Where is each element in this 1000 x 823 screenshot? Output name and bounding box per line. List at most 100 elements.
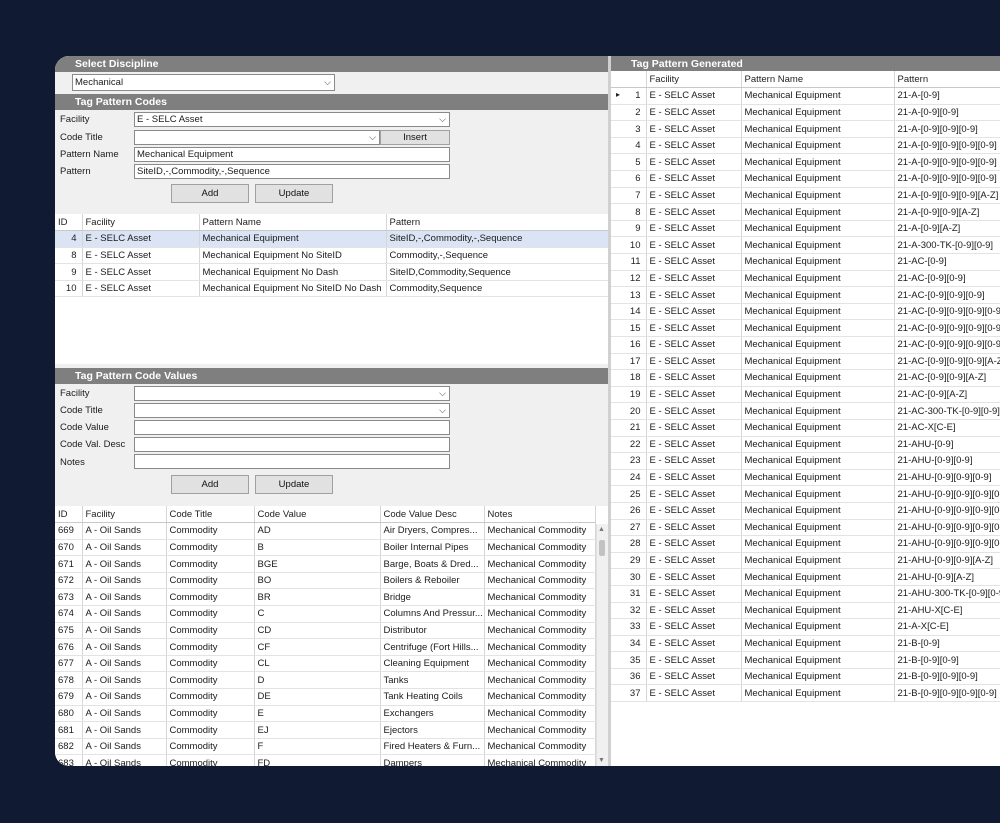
table-row[interactable]: 29 E - SELC Asset Mechanical Equipment 21-A… — [611, 552, 1000, 570]
row-number-label: 34 — [629, 637, 641, 649]
code-title-select[interactable]: ⌵ — [134, 130, 380, 145]
table-row[interactable]: 14 E - SELC Asset Mechanical Equipment 21-A… — [611, 303, 1000, 321]
cv-code-val-desc-field[interactable] — [134, 437, 450, 452]
table-row[interactable]: 24 E - SELC Asset Mechanical Equipment 21-A… — [611, 469, 1000, 487]
table-row[interactable]: 34 E - SELC Asset Mechanical Equipment 21-B… — [611, 635, 1000, 653]
facility-select[interactable]: E - SELC Asset ⌵ — [134, 112, 450, 127]
table-row[interactable]: 28 E - SELC Asset Mechanical Equipment 21-A… — [611, 535, 1000, 553]
column-header[interactable]: Facility — [646, 71, 742, 89]
table-row[interactable]: 675 A - Oil Sands Commodity CD Distributor Me… — [55, 622, 596, 640]
column-header[interactable]: Pattern — [386, 214, 608, 232]
table-row[interactable]: 677 A - Oil Sands Commodity CL Cleaning Equi… — [55, 655, 596, 673]
column-header[interactable]: Code Title — [166, 506, 255, 524]
table-row[interactable]: 7 E - SELC Asset Mechanical Equipment 21-A-… — [611, 187, 1000, 205]
column-header[interactable]: ID — [55, 214, 83, 232]
table-row[interactable]: 670 A - Oil Sands Commodity B Boiler Interna… — [55, 539, 596, 557]
cell: A - Oil Sands — [82, 572, 167, 590]
table-row[interactable]: 18 E - SELC Asset Mechanical Equipment 21-A… — [611, 369, 1000, 387]
cell: Mechanical Equipment — [741, 137, 895, 155]
table-row[interactable]: 26 E - SELC Asset Mechanical Equipment 21-A… — [611, 502, 1000, 520]
cell: D — [254, 671, 381, 690]
table-row[interactable]: 2 E - SELC Asset Mechanical Equipment 21-A-… — [611, 104, 1000, 122]
table-row[interactable]: 669 A - Oil Sands Commodity AD Air Dryers, C… — [55, 522, 596, 540]
code-values-scrollbar[interactable]: ▲ ▼ — [596, 524, 608, 766]
table-row[interactable]: 19 E - SELC Asset Mechanical Equipment 21-A… — [611, 386, 1000, 404]
scroll-up-icon[interactable]: ▲ — [598, 526, 605, 533]
table-row[interactable]: 3 E - SELC Asset Mechanical Equipment 21-A-… — [611, 120, 1000, 138]
add-pattern-button[interactable]: Add — [171, 184, 249, 203]
cell: Mechanical Commodity — [484, 605, 596, 623]
table-row[interactable]: 11 E - SELC Asset Mechanical Equipment 21-A… — [611, 253, 1000, 271]
table-row[interactable]: 9 E - SELC Asset Mechanical Equipment No… — [55, 263, 608, 281]
add-code-value-button[interactable]: Add — [171, 475, 249, 494]
column-header[interactable]: Facility — [82, 214, 200, 232]
table-row[interactable]: 20 E - SELC Asset Mechanical Equipment 21-A… — [611, 402, 1000, 420]
pattern-field[interactable]: SiteID,-,Commodity,-,Sequence — [134, 164, 450, 179]
table-row[interactable]: 22 E - SELC Asset Mechanical Equipment 21-A… — [611, 436, 1000, 454]
table-row[interactable]: 671 A - Oil Sands Commodity BGE Barge, Boats… — [55, 555, 596, 573]
scroll-thumb[interactable] — [599, 540, 605, 556]
column-header[interactable] — [611, 71, 647, 89]
table-row[interactable]: 676 A - Oil Sands Commodity CF Centrifuge (F… — [55, 638, 596, 656]
table-row[interactable]: 36 E - SELC Asset Mechanical Equipment 21-B… — [611, 668, 1000, 686]
table-row[interactable]: 17 E - SELC Asset Mechanical Equipment 21-A… — [611, 353, 1000, 371]
table-row[interactable]: 37 E - SELC Asset Mechanical Equipment 21-B… — [611, 684, 1000, 703]
table-row[interactable]: 673 A - Oil Sands Commodity BR Bridge Mechani… — [55, 588, 596, 607]
cv-code-value-field[interactable] — [134, 420, 450, 435]
table-row[interactable]: 33 E - SELC Asset Mechanical Equipment 21-A… — [611, 618, 1000, 636]
table-row[interactable]: 681 A - Oil Sands Commodity EJ Ejectors Mecha… — [55, 721, 596, 739]
cv-code-title-select[interactable]: ⌵ — [134, 403, 450, 418]
table-row[interactable]: 682 A - Oil Sands Commodity F Fired Heaters … — [55, 738, 596, 756]
table-row[interactable]: 30 E - SELC Asset Mechanical Equipment 21-A… — [611, 568, 1000, 586]
table-row[interactable]: 679 A - Oil Sands Commodity DE Tank Heating … — [55, 688, 596, 706]
column-header[interactable]: Facility — [82, 506, 167, 524]
cv-facility-select[interactable]: ⌵ — [134, 386, 450, 401]
table-row[interactable]: 27 E - SELC Asset Mechanical Equipment 21-A… — [611, 519, 1000, 537]
table-row[interactable]: 10 E - SELC Asset Mechanical Equipment N… — [55, 280, 608, 298]
table-row[interactable]: 683 A - Oil Sands Commodity FD Dampers Mechan… — [55, 754, 596, 766]
table-row[interactable]: 4 E - SELC Asset Mechanical Equipment 21-A-… — [611, 137, 1000, 155]
cell: Mechanical Equipment — [741, 87, 895, 105]
table-row[interactable]: 4 E - SELC Asset Mechanical Equipment Si… — [55, 230, 608, 248]
cell: 21-AHU-[0-9][0-9][0-9][0-9] — [894, 535, 1000, 553]
table-row[interactable]: 674 A - Oil Sands Commodity C Columns And Pr… — [55, 605, 596, 623]
table-row[interactable]: 12 E - SELC Asset Mechanical Equipment 21-A… — [611, 270, 1000, 288]
table-row[interactable]: ▸ 1 E - SELC Asset Mechanical Equipment 21-A… — [611, 87, 1000, 105]
table-row[interactable]: 25 E - SELC Asset Mechanical Equipment 21-A… — [611, 485, 1000, 503]
column-header[interactable]: Pattern — [894, 71, 1000, 89]
column-header[interactable]: Code Value — [254, 506, 381, 524]
scroll-down-icon[interactable]: ▼ — [598, 757, 605, 764]
table-row[interactable]: 680 A - Oil Sands Commodity E Exchangers Mech… — [55, 705, 596, 723]
table-row[interactable]: 10 E - SELC Asset Mechanical Equipment 21-A… — [611, 236, 1000, 255]
table-row[interactable]: 6 E - SELC Asset Mechanical Equipment 21-A-… — [611, 170, 1000, 188]
discipline-select[interactable]: Mechanical ⌵ — [72, 74, 335, 91]
select-discipline-header: Select Discipline — [55, 56, 608, 72]
table-row[interactable]: 32 E - SELC Asset Mechanical Equipment 21-A… — [611, 602, 1000, 620]
table-row[interactable]: 8 E - SELC Asset Mechanical Equipment No… — [55, 247, 608, 265]
table-row[interactable]: 678 A - Oil Sands Commodity D Tanks Mechanica… — [55, 671, 596, 690]
column-header[interactable]: Pattern Name — [199, 214, 387, 232]
cv-notes-field[interactable] — [134, 454, 450, 469]
table-row[interactable]: 672 A - Oil Sands Commodity BO Boilers & Reb… — [55, 572, 596, 590]
table-row[interactable]: 15 E - SELC Asset Mechanical Equipment 21-A… — [611, 319, 1000, 337]
column-header[interactable]: Pattern Name — [741, 71, 895, 89]
table-row[interactable]: 5 E - SELC Asset Mechanical Equipment 21-A-… — [611, 153, 1000, 172]
cell: 21-A-[0-9][0-9][0-9][A-Z] — [894, 187, 1000, 205]
table-row[interactable]: 23 E - SELC Asset Mechanical Equipment 21-A… — [611, 452, 1000, 470]
column-header[interactable]: Code Value Desc — [380, 506, 485, 524]
column-header[interactable]: Notes — [484, 506, 596, 524]
table-row[interactable]: 13 E - SELC Asset Mechanical Equipment 21-A… — [611, 286, 1000, 304]
pattern-name-field[interactable]: Mechanical Equipment — [134, 147, 450, 162]
cell: Mechanical Equipment — [741, 684, 895, 703]
table-row[interactable]: 8 E - SELC Asset Mechanical Equipment 21-A-… — [611, 203, 1000, 221]
cell: Mechanical Equipment — [741, 153, 895, 172]
column-header[interactable]: ID — [55, 506, 83, 524]
update-code-value-button[interactable]: Update — [255, 475, 333, 494]
table-row[interactable]: 31 E - SELC Asset Mechanical Equipment 21-A… — [611, 585, 1000, 603]
insert-button[interactable]: Insert — [380, 130, 450, 145]
update-pattern-button[interactable]: Update — [255, 184, 333, 203]
table-row[interactable]: 21 E - SELC Asset Mechanical Equipment 21-A… — [611, 419, 1000, 437]
table-row[interactable]: 9 E - SELC Asset Mechanical Equipment 21-A-… — [611, 220, 1000, 238]
table-row[interactable]: 35 E - SELC Asset Mechanical Equipment 21-B… — [611, 651, 1000, 669]
table-row[interactable]: 16 E - SELC Asset Mechanical Equipment 21-A… — [611, 336, 1000, 354]
